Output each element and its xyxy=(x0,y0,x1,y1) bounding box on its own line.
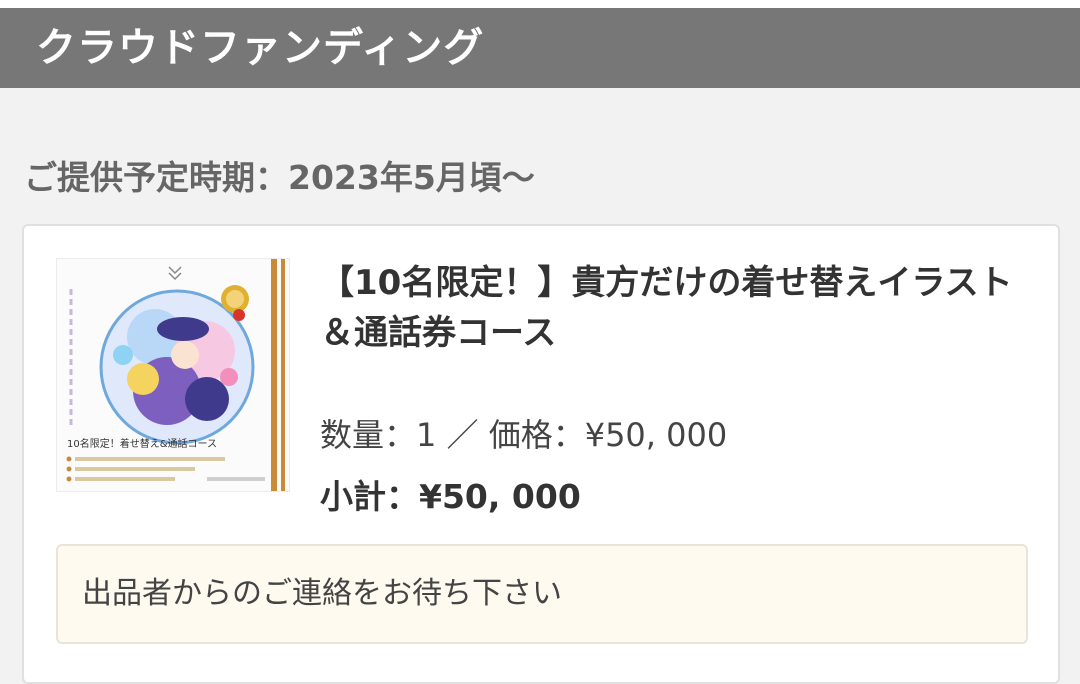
product-title-line-1: 【10名限定！】貴方だけの着せ替えイラスト xyxy=(320,263,1013,303)
thumbnail-caption: 10名限定！着せ替え&通話コース xyxy=(67,437,217,450)
section-header: クラウドファンディング xyxy=(0,8,1080,88)
product-title-line-2: ＆通話券コース xyxy=(320,313,557,353)
top-strip xyxy=(0,0,1080,8)
seller-contact-notice: 出品者からのご連絡をお待ち下さい xyxy=(56,544,1028,644)
subtotal: 小計：¥50, 000 xyxy=(320,477,581,516)
product-thumbnail[interactable]: 10名限定！着せ替え&通話コース xyxy=(56,258,290,492)
quantity-price: 数量：1 ／ 価格：¥50, 000 xyxy=(320,416,728,454)
delivery-period: ご提供予定時期：2023年5月頃〜 xyxy=(24,158,535,197)
product-title[interactable]: 【10名限定！】貴方だけの着せ替えイラスト ＆通話券コース xyxy=(320,258,1020,358)
section-title: クラウドファンディング xyxy=(36,25,485,71)
product-illustration: 10名限定！着せ替え&通話コース xyxy=(57,259,289,491)
order-item-card: 10名限定！着せ替え&通話コース 【10名限定！】貴方だけの着せ替えイラスト ＆… xyxy=(22,224,1060,684)
